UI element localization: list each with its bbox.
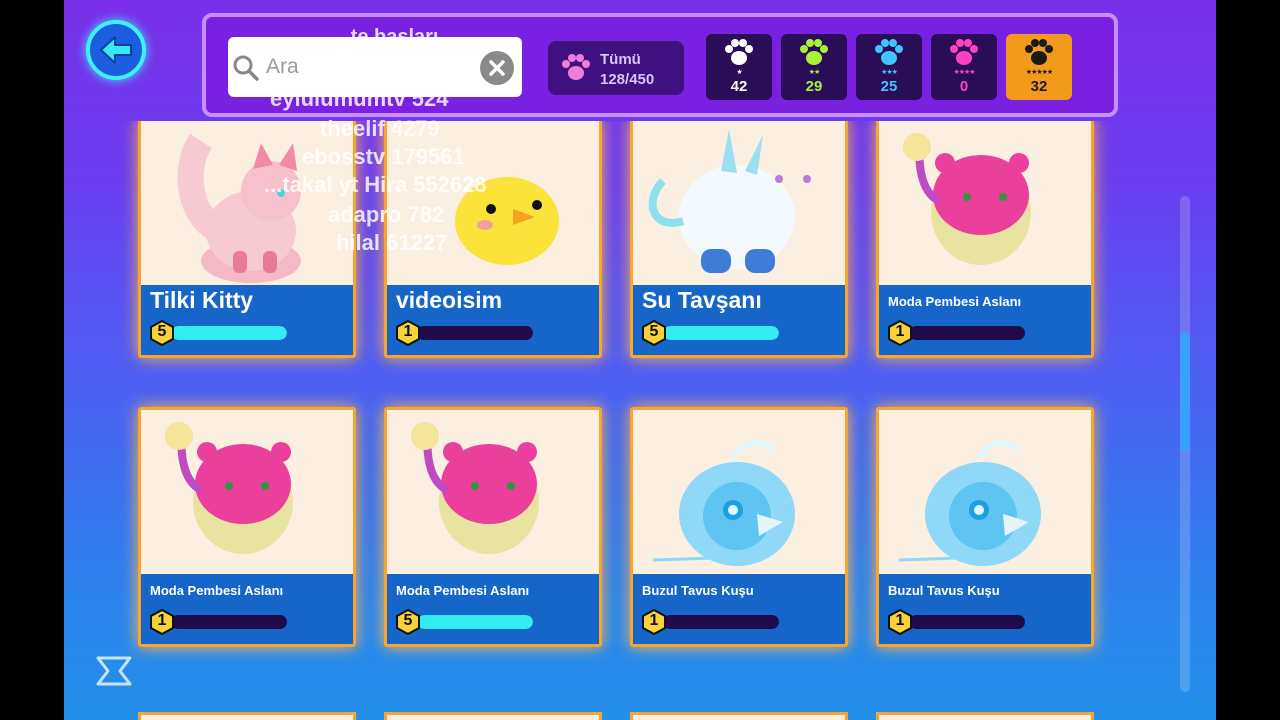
rarity-count: 25	[880, 78, 898, 95]
clear-search-button[interactable]	[480, 51, 514, 85]
pet-level: 1	[649, 612, 659, 629]
pet-card[interactable]: Buzul Tavus Kuşu 1	[630, 407, 848, 647]
arrow-left-icon	[100, 36, 132, 64]
pet-level: 5	[403, 612, 413, 629]
filter-rarity-2[interactable]: ★★ 29	[781, 34, 847, 100]
pet-name: Moda Pembesi Aslanı	[150, 583, 284, 598]
rarity-count: 0	[959, 78, 969, 95]
pet-image	[141, 410, 353, 574]
filter-rarity-1[interactable]: ★ 42	[706, 34, 772, 100]
card-peek	[138, 712, 356, 720]
level-badge: 1	[641, 609, 667, 635]
rarity-count: 42	[730, 78, 748, 95]
pet-card[interactable]: Moda Pembesi Aslanı 5	[384, 407, 602, 647]
rarity-stars: ★★★★	[953, 69, 975, 76]
pet-progress-bar	[171, 615, 287, 629]
pet-level: 1	[895, 323, 905, 340]
card-peek	[384, 712, 602, 720]
capcut-logo-icon	[96, 656, 132, 686]
paw-icon	[562, 54, 590, 80]
pet-progress-bar	[171, 326, 287, 340]
back-button[interactable]	[86, 20, 146, 80]
pet-name: videoisim	[396, 287, 503, 313]
level-badge: 1	[887, 320, 913, 346]
pet-image	[879, 121, 1091, 285]
pet-name: Su Tavşanı	[642, 287, 762, 313]
filter-all-label: Tümü	[600, 51, 641, 68]
level-badge: 5	[395, 609, 421, 635]
pet-info: videoisim 1	[387, 285, 599, 355]
pet-progress-bar	[417, 326, 533, 340]
pet-name: Buzul Tavus Kuşu	[888, 583, 1000, 598]
card-peek	[630, 712, 848, 720]
paw-icon	[725, 39, 753, 65]
level-badge: 1	[887, 609, 913, 635]
paw-icon	[1025, 39, 1053, 65]
filter-rarity-3[interactable]: ★★★ 25	[856, 34, 922, 100]
pet-info: Buzul Tavus Kuşu 1	[879, 574, 1091, 644]
pet-image	[633, 121, 845, 285]
pet-level: 1	[157, 612, 167, 629]
rarity-count: 32	[1030, 78, 1048, 95]
pet-level: 5	[157, 323, 167, 340]
level-badge: 5	[149, 320, 175, 346]
close-icon	[489, 60, 505, 76]
pet-image	[141, 121, 353, 285]
paw-icon	[800, 39, 828, 65]
paw-icon	[875, 39, 903, 65]
rarity-stars: ★	[736, 69, 742, 76]
pet-card[interactable]: Moda Pembesi Aslanı 1	[876, 121, 1094, 358]
pet-info: Tilki Kitty 5	[141, 285, 353, 355]
pet-progress-bar	[417, 615, 533, 629]
level-badge: 1	[149, 609, 175, 635]
scrollbar[interactable]	[1180, 196, 1190, 692]
rarity-stars: ★★★★★	[1025, 69, 1053, 76]
pet-info: Su Tavşanı 5	[633, 285, 845, 355]
pet-card[interactable]: Su Tavşanı 5	[630, 121, 848, 358]
pet-name: Tilki Kitty	[150, 287, 254, 313]
rarity-stars: ★★	[808, 69, 821, 76]
pet-progress-bar	[663, 615, 779, 629]
search-input[interactable]: Ara	[266, 55, 299, 79]
game-screen: Ara Tümü 128/450 ★ 42 ★★ 29 ★★★ 25 ★★★★ 0 ★★★★★ 3…	[64, 0, 1216, 720]
pet-image	[633, 410, 845, 574]
filter-bar: Ara Tümü 128/450 ★ 42 ★★ 29 ★★★ 25 ★★★★ 0 ★★★★★ 3…	[202, 13, 1118, 117]
pet-level: 5	[649, 323, 659, 340]
pet-info: Buzul Tavus Kuşu 1	[633, 574, 845, 644]
pet-image	[387, 410, 599, 574]
filter-rarity-5[interactable]: ★★★★★ 32	[1006, 34, 1072, 100]
pet-level: 1	[895, 612, 905, 629]
pet-progress-bar	[909, 615, 1025, 629]
pet-info: Moda Pembesi Aslanı 5	[387, 574, 599, 644]
level-badge: 1	[395, 320, 421, 346]
pet-level: 1	[403, 323, 413, 340]
pet-info: Moda Pembesi Aslanı 1	[879, 285, 1091, 355]
pet-progress-bar	[663, 326, 779, 340]
pet-info: Moda Pembesi Aslanı 1	[141, 574, 353, 644]
search-icon	[233, 55, 259, 81]
level-badge: 5	[641, 320, 667, 346]
pet-card[interactable]: Buzul Tavus Kuşu 1	[876, 407, 1094, 647]
search-box[interactable]: Ara	[228, 37, 522, 97]
rarity-count: 29	[805, 78, 823, 95]
pet-card[interactable]: Tilki Kitty 5	[138, 121, 356, 358]
pet-name: Moda Pembesi Aslanı	[396, 583, 530, 598]
pet-card[interactable]: Moda Pembesi Aslanı 1	[138, 407, 356, 647]
scrollbar-thumb[interactable]	[1180, 332, 1190, 452]
pet-grid: Tilki Kitty 5 videoisim 1 Su Tavşanı 5 Moda Pe…	[64, 121, 1216, 720]
pet-image	[387, 121, 599, 285]
pet-card[interactable]: videoisim 1	[384, 121, 602, 358]
paw-icon	[950, 39, 978, 65]
filter-rarity-4[interactable]: ★★★★ 0	[931, 34, 997, 100]
filter-all-count: 128/450	[600, 71, 655, 88]
pet-progress-bar	[909, 326, 1025, 340]
rarity-stars: ★★★	[881, 69, 898, 76]
pet-image	[879, 410, 1091, 574]
pet-name: Buzul Tavus Kuşu	[642, 583, 754, 598]
filter-all[interactable]: Tümü 128/450	[548, 41, 684, 95]
card-peek	[876, 712, 1094, 720]
pet-name: Moda Pembesi Aslanı	[888, 294, 1022, 309]
